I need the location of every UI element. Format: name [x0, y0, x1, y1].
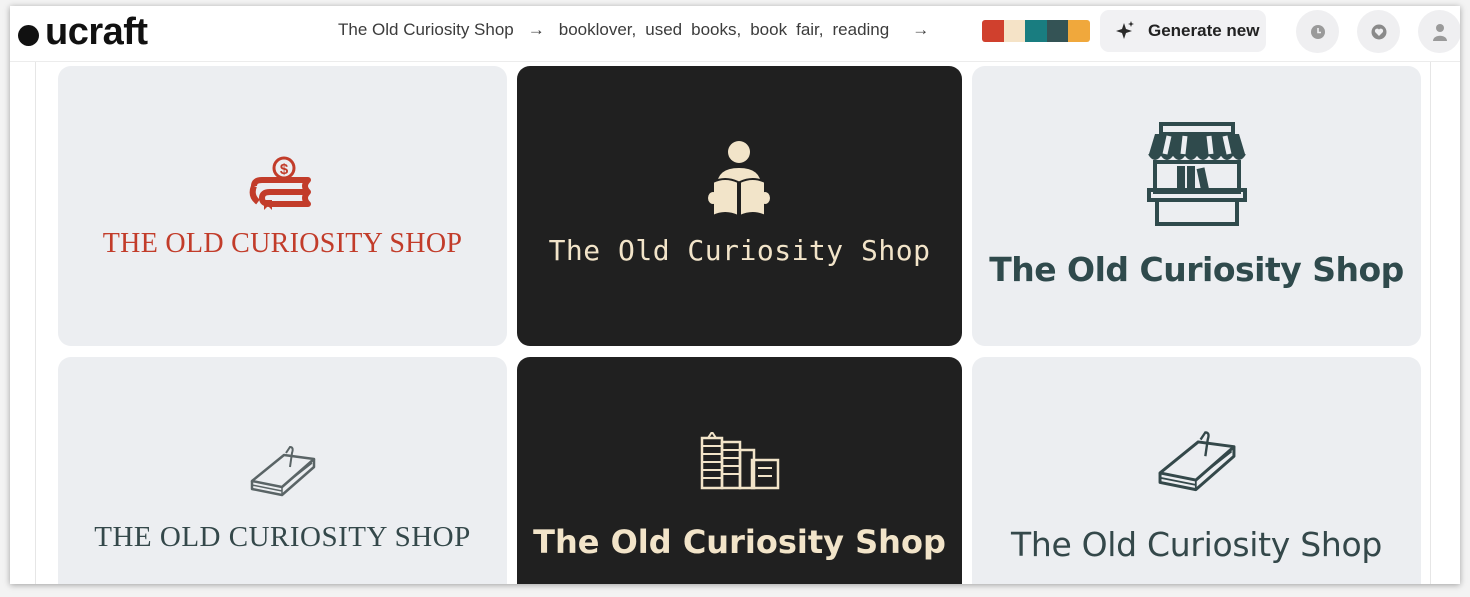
content-right-border	[1430, 62, 1431, 584]
keyword[interactable]: fair,	[796, 20, 823, 40]
breadcrumb-business-name[interactable]: The Old Curiosity Shop	[338, 20, 514, 40]
books-stack-icon	[700, 432, 780, 490]
app-window: ucraft The Old Curiosity Shop → booklove…	[10, 6, 1460, 584]
logo-option-card[interactable]: The Old Curiosity Shop	[517, 66, 962, 346]
palette-swatch	[1046, 20, 1069, 42]
content-left-border	[35, 62, 36, 584]
logo-dot	[18, 24, 39, 46]
book-coin-icon: $	[249, 156, 311, 210]
palette-swatch	[1025, 20, 1047, 42]
user-icon	[1432, 23, 1447, 41]
heart-icon	[1371, 24, 1386, 39]
svg-text:$: $	[280, 161, 289, 178]
palette-swatch	[1068, 20, 1090, 42]
top-bar: ucraft The Old Curiosity Shop → booklove…	[10, 6, 1460, 62]
sparkle-icon	[1116, 21, 1134, 39]
history-button[interactable]	[1296, 10, 1339, 53]
palette-swatch	[1003, 20, 1026, 42]
logo-option-card[interactable]: THE OLD CURIOSITY SHOP	[58, 357, 507, 584]
book-bookmark-icon	[1158, 431, 1236, 492]
generate-new-button[interactable]: Generate new	[1100, 10, 1266, 52]
color-palette[interactable]	[982, 20, 1090, 42]
logo-name: The Old Curiosity Shop	[1010, 525, 1383, 564]
logo-name: The Old Curiosity Shop	[989, 250, 1404, 289]
arrow-right-icon: →	[912, 20, 930, 39]
logo-text: ucraft	[45, 11, 148, 53]
logo-option-card[interactable]: The Old Curiosity Shop	[972, 357, 1421, 584]
keyword[interactable]: used	[645, 20, 682, 40]
reader-icon	[708, 141, 770, 218]
generate-new-label: Generate new	[1148, 21, 1260, 40]
logo-name: The Old Curiosity Shop	[533, 523, 946, 561]
clock-icon	[1310, 24, 1325, 39]
ucraft-logo[interactable]: ucraft	[18, 12, 148, 52]
logo-option-card[interactable]: The Old Curiosity Shop	[517, 357, 962, 584]
logo-option-card[interactable]: $ THE OLD CURIOSITY SHOP	[58, 66, 507, 346]
keyword[interactable]: reading	[833, 20, 890, 40]
arrow-right-icon: →	[527, 20, 545, 39]
keyword[interactable]: book	[750, 20, 787, 40]
shop-stall-icon	[1147, 122, 1247, 226]
keyword[interactable]: books,	[691, 20, 741, 40]
keyword[interactable]: booklover,	[559, 20, 637, 40]
logo-option-card[interactable]: The Old Curiosity Shop	[972, 66, 1421, 346]
logo-name: THE OLD CURIOSITY SHOP	[94, 521, 471, 553]
palette-swatch	[982, 20, 1004, 42]
logo-name: THE OLD CURIOSITY SHOP	[102, 228, 463, 259]
account-button[interactable]	[1418, 10, 1460, 53]
book-bookmark-icon	[250, 445, 316, 497]
breadcrumb: The Old Curiosity Shop → booklover, used…	[338, 18, 943, 42]
logo-name: The Old Curiosity Shop	[548, 234, 931, 267]
favorites-button[interactable]	[1357, 10, 1400, 53]
